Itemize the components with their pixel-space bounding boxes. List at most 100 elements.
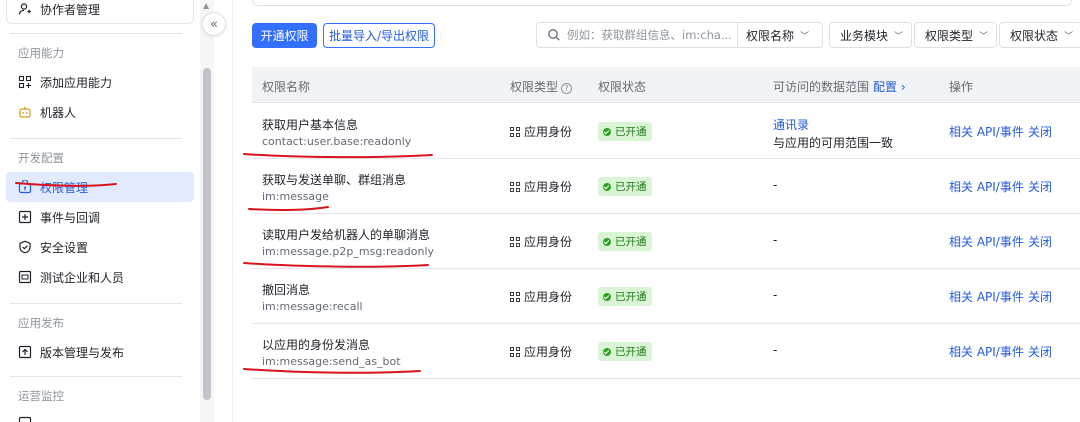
sidebar-item-collaborators[interactable]: 协作者管理 xyxy=(6,0,194,24)
header-permission-status: 权限状态 xyxy=(598,80,647,94)
header-type-label: 权限类型 xyxy=(510,80,559,94)
app-identity-icon xyxy=(510,181,520,192)
sidebar-divider xyxy=(10,376,182,377)
close-permission-link[interactable]: 关闭 xyxy=(1028,178,1052,195)
sidebar-divider xyxy=(10,138,182,139)
sidebar-section-title: 运营监控 xyxy=(18,389,64,403)
enable-permission-button[interactable]: 开通权限 xyxy=(252,23,317,48)
app-identity-icon xyxy=(510,291,520,302)
permission-search[interactable]: 例如：获取群组信息、im:cha... 权限名称 ﹀ xyxy=(536,22,823,48)
range-description: - xyxy=(773,343,778,357)
person-icon xyxy=(18,2,32,16)
sidebar-item-label: 安全设置 xyxy=(40,240,89,255)
sidebar-item-label: 版本管理与发布 xyxy=(40,345,125,360)
range-config-label: 配置 xyxy=(873,80,898,94)
related-api-link[interactable]: 相关 API/事件 xyxy=(949,343,1024,360)
sidebar-divider xyxy=(10,33,182,34)
sidebar-item-label: 测试企业和人员 xyxy=(40,270,125,285)
related-api-link[interactable]: 相关 API/事件 xyxy=(949,288,1024,305)
related-api-link[interactable]: 相关 API/事件 xyxy=(949,178,1024,195)
range-config-link[interactable]: 配置 › xyxy=(873,80,906,94)
close-permission-link[interactable]: 关闭 xyxy=(1028,343,1052,360)
sidebar-divider xyxy=(10,303,182,304)
search-icon xyxy=(547,28,561,42)
app-identity-icon xyxy=(510,236,520,247)
permission-name: 撤回消息 xyxy=(262,283,311,297)
search-field-select-label: 权限名称 xyxy=(746,28,795,43)
upload-version-icon xyxy=(18,345,32,359)
shield-icon xyxy=(18,240,32,254)
check-circle-icon xyxy=(603,127,611,136)
sidebar-item-robot[interactable]: 机器人 xyxy=(6,97,194,127)
status-label: 已开通 xyxy=(615,236,647,248)
permission-type: 应用身份 xyxy=(510,178,572,195)
permission-type-label: 应用身份 xyxy=(524,180,573,194)
monitor-icon xyxy=(18,416,32,422)
permission-type: 应用身份 xyxy=(510,288,572,305)
status-label: 已开通 xyxy=(615,346,647,358)
header-data-range: 可访问的数据范围 配置 › xyxy=(773,78,906,95)
collapse-sidebar-button[interactable]: « xyxy=(202,12,226,36)
app-identity-icon xyxy=(510,346,520,357)
permission-name: 读取用户发给机器人的单聊消息 xyxy=(262,228,431,242)
related-api-link[interactable]: 相关 API/事件 xyxy=(949,123,1024,140)
sidebar-section-title: 开发配置 xyxy=(18,151,64,165)
header-permission-name: 权限名称 xyxy=(262,80,311,94)
table-row: 获取与发送单聊、群组消息 im:message 应用身份 已开通 - 相关 AP… xyxy=(252,159,1080,214)
sidebar-section-title: 应用能力 xyxy=(18,46,64,60)
sidebar-item-partial[interactable] xyxy=(6,408,194,422)
range-description: - xyxy=(773,233,778,247)
table-row: 获取用户基本信息 contact:user.base:readonly 应用身份… xyxy=(252,104,1080,159)
scroll-up-arrow-icon[interactable]: ▲ xyxy=(203,1,209,10)
permission-code: im:message:recall xyxy=(262,300,363,313)
table-row: 读取用户发给机器人的单聊消息 im:message.p2p_msg:readon… xyxy=(252,214,1080,269)
permission-type-label: 应用身份 xyxy=(524,290,573,304)
related-api-link[interactable]: 相关 API/事件 xyxy=(949,233,1024,250)
search-field-select[interactable]: 权限名称 ﹀ xyxy=(737,23,822,47)
header-range-label: 可访问的数据范围 xyxy=(773,80,870,94)
question-icon[interactable]: ? xyxy=(561,83,573,94)
sidebar-scrollbar-thumb[interactable] xyxy=(203,68,211,400)
filter-label: 权限类型 xyxy=(925,28,974,43)
permission-type-label: 应用身份 xyxy=(524,125,573,139)
table-row: 撤回消息 im:message:recall 应用身份 已开通 - 相关 API… xyxy=(252,269,1080,324)
chevron-right-icon: › xyxy=(900,80,906,94)
check-circle-icon xyxy=(603,237,611,246)
permission-type: 应用身份 xyxy=(510,343,572,360)
double-chevron-left-icon: « xyxy=(210,16,218,32)
sidebar-item-version-release[interactable]: 版本管理与发布 xyxy=(6,337,194,367)
table-header: 权限名称 权限类型? 权限状态 可访问的数据范围 配置 › 操作 xyxy=(252,67,1080,103)
check-circle-icon xyxy=(603,347,611,356)
event-callback-icon xyxy=(18,210,32,224)
sidebar-item-label: 机器人 xyxy=(40,105,77,120)
filter-label: 权限状态 xyxy=(1010,28,1059,43)
filter-label: 业务模块 xyxy=(840,28,889,43)
close-permission-link[interactable]: 关闭 xyxy=(1028,288,1052,305)
permission-name: 获取用户基本信息 xyxy=(262,118,359,132)
filter-permission-status[interactable]: 权限状态 ﹀ xyxy=(999,22,1080,48)
search-input[interactable]: 例如：获取群组信息、im:cha... xyxy=(567,27,737,43)
range-description: 与应用的可用范围一致 xyxy=(773,136,894,150)
table-row: 以应用的身份发消息 im:message:send_as_bot 应用身份 已开… xyxy=(252,324,1080,379)
permission-code: im:message xyxy=(262,190,329,203)
close-permission-link[interactable]: 关闭 xyxy=(1028,123,1052,140)
sidebar: 协作者管理 应用能力 添加应用能力 机器人 开发配置 权限管理 事件与回调 安全… xyxy=(0,0,200,422)
range-contacts-link[interactable]: 通讯录 xyxy=(773,116,809,133)
filter-business-module[interactable]: 业务模块 ﹀ xyxy=(829,22,913,48)
check-circle-icon xyxy=(603,182,611,191)
close-permission-link[interactable]: 关闭 xyxy=(1028,233,1052,250)
key-lock-icon xyxy=(18,180,32,194)
permission-type: 应用身份 xyxy=(510,233,572,250)
sidebar-item-test-enterprise[interactable]: 测试企业和人员 xyxy=(6,262,194,292)
header-operations: 操作 xyxy=(949,80,974,94)
sidebar-item-add-capability[interactable]: 添加应用能力 xyxy=(6,67,194,97)
content-divider xyxy=(232,0,233,422)
status-label: 已开通 xyxy=(615,126,647,138)
sidebar-item-events[interactable]: 事件与回调 xyxy=(6,202,194,232)
sidebar-item-security[interactable]: 安全设置 xyxy=(6,232,194,262)
sidebar-item-permissions[interactable]: 权限管理 xyxy=(6,172,194,202)
permission-code: im:message:send_as_bot xyxy=(262,355,401,368)
filter-permission-type[interactable]: 权限类型 ﹀ xyxy=(914,22,998,48)
batch-import-export-button[interactable]: 批量导入/导出权限 xyxy=(323,23,435,48)
permission-type-label: 应用身份 xyxy=(524,235,573,249)
